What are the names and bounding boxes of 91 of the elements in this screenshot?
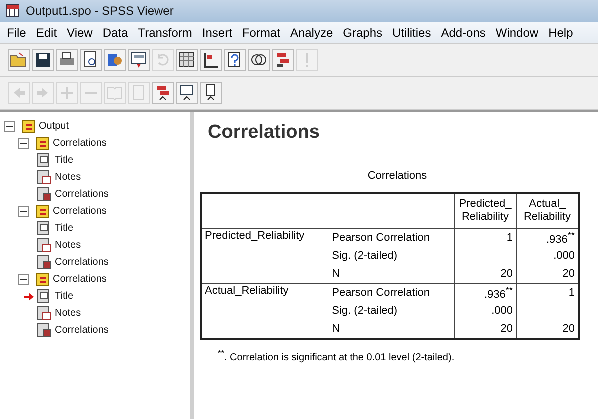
table-icon — [37, 255, 52, 270]
outline-item[interactable]: Notes — [55, 172, 82, 183]
outline-item[interactable]: Title — [55, 223, 74, 234]
outline-item[interactable]: Correlations — [53, 138, 107, 149]
table-cell: .000 — [554, 250, 575, 262]
outline-item[interactable]: Output — [39, 121, 70, 132]
table-cell: 1 — [506, 232, 513, 244]
outline-item[interactable]: Correlations — [53, 274, 107, 285]
table-cell: .936$^{**}$ — [546, 234, 575, 246]
table-cell: 20 — [500, 268, 513, 280]
outline-item[interactable]: Notes — [55, 240, 82, 251]
statistic-label: Pearson Correlation — [332, 232, 430, 244]
app-icon — [6, 4, 20, 18]
menu-item[interactable]: Format — [237, 26, 286, 40]
grid-icon — [178, 51, 196, 69]
collapse-toggle[interactable] — [4, 121, 15, 132]
table-icon — [37, 187, 52, 202]
toolbar-button[interactable] — [272, 49, 294, 71]
table-cell: 20 — [562, 268, 575, 280]
toolbar-button[interactable] — [200, 49, 222, 71]
table-caption: Correlations — [366, 170, 428, 182]
book-icon — [36, 272, 50, 286]
collapse-toggle[interactable] — [18, 138, 29, 149]
row-label: Predicted_Reliability — [205, 230, 305, 242]
statistic-label: Sig. (2-tailed) — [332, 250, 398, 262]
menu-item[interactable]: Analyze — [285, 26, 338, 40]
toolbar-button[interactable] — [32, 49, 54, 71]
dialog-icon — [130, 51, 148, 69]
toolbar-button[interactable] — [128, 49, 150, 71]
outline-item[interactable]: Notes — [55, 308, 82, 319]
menu-item[interactable]: Insert — [197, 26, 238, 40]
toolbar-button[interactable] — [80, 49, 102, 71]
toolbar-button[interactable] — [224, 49, 246, 71]
menu-item[interactable]: Window — [490, 26, 544, 40]
dialog-icon — [178, 84, 196, 102]
notes-icon — [37, 238, 52, 253]
statistic-label: Pearson Correlation — [332, 287, 430, 299]
collapse-toggle[interactable] — [18, 274, 29, 285]
window-title: Output1.spo - SPSS Viewer — [26, 4, 174, 18]
run-icon — [305, 52, 309, 68]
table-footnote: $^{**}$. Correlation is significant at the 0.01 level (2-tailed). — [218, 348, 456, 364]
output-heading: Correlations — [208, 122, 321, 144]
menu-item[interactable]: Graphs — [338, 26, 388, 40]
flow-icon — [274, 51, 292, 69]
menu-item[interactable]: Transform — [133, 26, 198, 40]
statistic-label: N — [332, 268, 340, 280]
table-icon — [37, 323, 52, 338]
outline-item[interactable]: Correlations — [53, 206, 107, 217]
title-page-icon — [37, 221, 52, 236]
flow-icon — [154, 84, 172, 102]
menu-item[interactable]: File — [2, 26, 32, 40]
export-icon — [106, 51, 124, 69]
outline-item[interactable]: Title — [55, 291, 74, 302]
column-header: Actual_ Reliability — [516, 193, 579, 228]
outline-item[interactable]: Correlations — [55, 325, 109, 336]
toolbar-button[interactable] — [248, 49, 270, 71]
folder-icon — [10, 51, 28, 69]
outline-item[interactable]: Correlations — [55, 189, 109, 200]
save-icon — [34, 51, 52, 69]
toolbar-button[interactable] — [176, 82, 198, 104]
book-icon — [22, 120, 36, 134]
table-cell: .000 — [492, 305, 513, 317]
menu-item[interactable]: Utilities — [388, 26, 436, 40]
table-cell: 1 — [568, 287, 575, 299]
outline-item[interactable]: Title — [55, 155, 74, 166]
statistic-label: Sig. (2-tailed) — [332, 305, 398, 317]
toolbar-button[interactable] — [200, 82, 222, 104]
notes-icon — [37, 306, 52, 321]
book-icon — [36, 204, 50, 218]
menu-item[interactable]: View — [62, 26, 98, 40]
column-header: Predicted_ Reliability — [454, 193, 516, 228]
menu-item[interactable]: Help — [544, 26, 578, 40]
title-page-icon — [37, 289, 52, 304]
notes-icon — [37, 170, 52, 185]
toolbar-button[interactable] — [176, 49, 198, 71]
table-cell: 20 — [562, 323, 575, 335]
menu-item[interactable]: Data — [98, 26, 134, 40]
book-icon — [36, 136, 50, 150]
minus-icon — [84, 91, 98, 95]
menu-item[interactable]: Add-ons — [436, 26, 491, 40]
statistic-label: N — [332, 323, 340, 335]
row-label: Actual_Reliability — [205, 285, 289, 297]
outline-item[interactable]: Correlations — [55, 257, 109, 268]
menu-item[interactable]: Edit — [31, 26, 62, 40]
plus-icon — [58, 84, 76, 102]
chart-icon — [202, 51, 220, 69]
table-cell: .936$^{**}$ — [484, 288, 513, 301]
title-page-icon — [37, 153, 52, 168]
collapse-toggle[interactable] — [18, 206, 29, 217]
table-cell: 20 — [500, 323, 513, 335]
toolbar-button[interactable] — [56, 49, 78, 71]
